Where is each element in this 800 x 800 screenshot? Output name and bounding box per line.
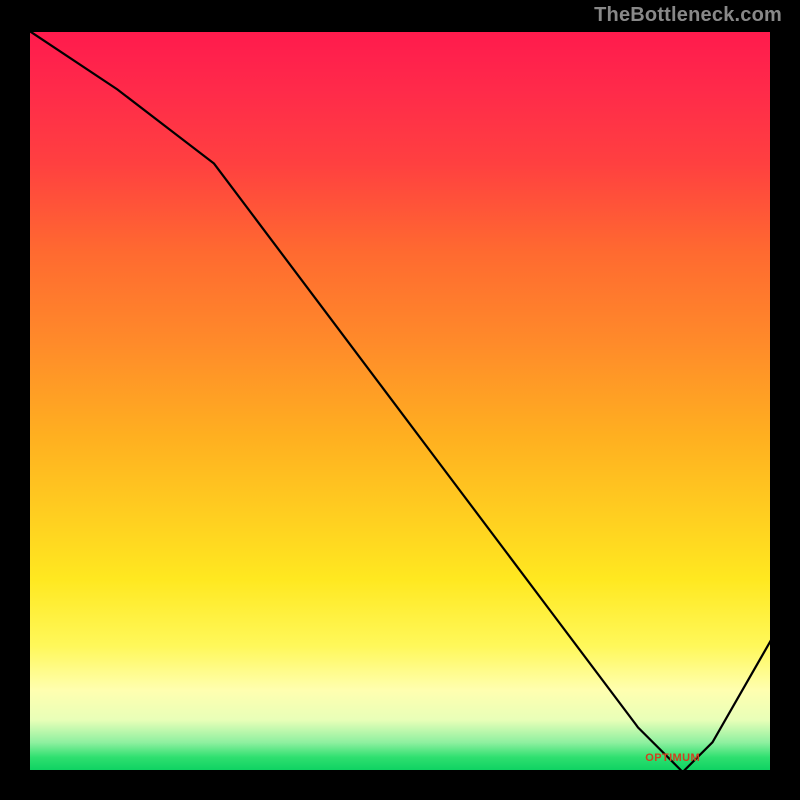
plot-area: OPTIMUM	[28, 30, 772, 772]
chart-canvas: TheBottleneck.com OPTIMUM	[0, 0, 800, 800]
curve-path	[28, 30, 772, 772]
optimal-label: OPTIMUM	[645, 752, 700, 764]
bottleneck-curve	[28, 30, 772, 772]
watermark-text: TheBottleneck.com	[594, 4, 782, 27]
